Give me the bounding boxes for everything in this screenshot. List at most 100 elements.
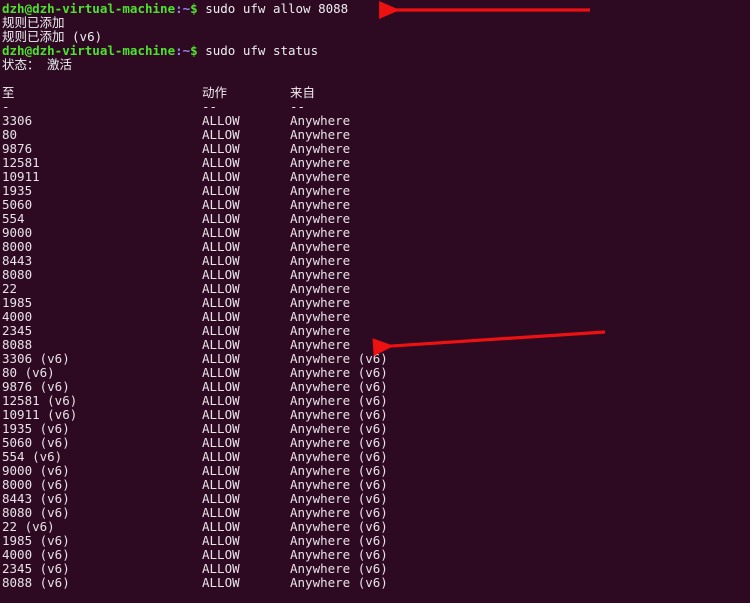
rule-from: Anywhere	[290, 309, 351, 324]
rule-action: ALLOW	[202, 253, 240, 268]
header-action: 动作	[202, 85, 228, 100]
rule-action: ALLOW	[202, 155, 240, 170]
table-row: 2345 ALLOW Anywhere	[2, 324, 750, 338]
terminal-window[interactable]: dzh@dzh-virtual-machine:~$ sudo ufw allo…	[0, 0, 750, 603]
rule-from: Anywhere	[290, 113, 351, 128]
table-row: 9000 (v6) ALLOW Anywhere (v6)	[2, 464, 750, 478]
rule-from: Anywhere (v6)	[290, 547, 388, 562]
rule-to-port: 8443 (v6)	[2, 491, 70, 506]
terminal-screen: dzh@dzh-virtual-machine:~$ sudo ufw allo…	[0, 0, 750, 590]
table-row: 5060 (v6) ALLOW Anywhere (v6)	[2, 436, 750, 450]
rule-from: Anywhere	[290, 211, 351, 226]
rule-to-port: 1935	[2, 183, 33, 198]
rule-from: Anywhere (v6)	[290, 365, 388, 380]
table-row: 8088 (v6) ALLOW Anywhere (v6)	[2, 576, 750, 590]
rule-to-port: 554	[2, 211, 25, 226]
rule-from: Anywhere (v6)	[290, 477, 388, 492]
table-row: 8080 (v6) ALLOW Anywhere (v6)	[2, 506, 750, 520]
rule-from: Anywhere	[290, 267, 351, 282]
rule-from: Anywhere	[290, 337, 351, 352]
table-row: 8000 (v6) ALLOW Anywhere (v6)	[2, 478, 750, 492]
table-row: 10911 ALLOW Anywhere	[2, 170, 750, 184]
rule-action: ALLOW	[202, 169, 240, 184]
rule-to-port: 1985	[2, 295, 33, 310]
rule-action: ALLOW	[202, 477, 240, 492]
rule-action: ALLOW	[202, 141, 240, 156]
rule-to-port: 10911 (v6)	[2, 407, 78, 422]
rule-from: Anywhere (v6)	[290, 533, 388, 548]
rule-action: ALLOW	[202, 407, 240, 422]
rule-action: ALLOW	[202, 421, 240, 436]
rule-to-port: 10911	[2, 169, 40, 184]
table-row: 1935 (v6) ALLOW Anywhere (v6)	[2, 422, 750, 436]
rule-to-port: 9000	[2, 225, 33, 240]
rule-to-port: 22 (v6)	[2, 519, 55, 534]
command-text-1: sudo ufw allow 8088	[197, 1, 349, 16]
rule-to-port: 1935 (v6)	[2, 421, 70, 436]
table-row: 8443 ALLOW Anywhere	[2, 254, 750, 268]
rule-to-port: 8080	[2, 267, 33, 282]
rule-to-port: 9000 (v6)	[2, 463, 70, 478]
rule-from: Anywhere (v6)	[290, 393, 388, 408]
command-text-2: sudo ufw status	[197, 43, 319, 58]
rule-from: Anywhere	[290, 127, 351, 142]
table-row: 4000 ALLOW Anywhere	[2, 310, 750, 324]
rule-action: ALLOW	[202, 379, 240, 394]
rule-from: Anywhere (v6)	[290, 435, 388, 450]
header-from: 来自	[290, 85, 316, 100]
rule-to-port: 3306 (v6)	[2, 351, 70, 366]
rule-from: Anywhere (v6)	[290, 505, 388, 520]
table-row: 9000 ALLOW Anywhere	[2, 226, 750, 240]
rule-to-port: 8080 (v6)	[2, 505, 70, 520]
prompt-line-1: dzh@dzh-virtual-machine:~$ sudo ufw allo…	[2, 2, 750, 16]
rule-action: ALLOW	[202, 113, 240, 128]
rule-from: Anywhere	[290, 169, 351, 184]
rule-action: ALLOW	[202, 547, 240, 562]
prompt-dollar: $	[190, 43, 198, 58]
rule-action: ALLOW	[202, 127, 240, 142]
rule-from: Anywhere	[290, 239, 351, 254]
rule-to-port: 8088 (v6)	[2, 575, 70, 590]
rule-from: Anywhere (v6)	[290, 519, 388, 534]
rule-to-port: 22	[2, 281, 18, 296]
rule-from: Anywhere	[290, 183, 351, 198]
rule-to-port: 4000 (v6)	[2, 547, 70, 562]
rule-to-port: 8088	[2, 337, 33, 352]
rule-to-port: 8443	[2, 253, 33, 268]
rule-action: ALLOW	[202, 211, 240, 226]
table-row: 12581 ALLOW Anywhere	[2, 156, 750, 170]
table-row: 4000 (v6) ALLOW Anywhere (v6)	[2, 548, 750, 562]
prompt-user-host: dzh@dzh-virtual-machine	[2, 43, 176, 58]
rule-action: ALLOW	[202, 491, 240, 506]
rule-action: ALLOW	[202, 183, 240, 198]
rule-to-port: 9876 (v6)	[2, 379, 70, 394]
prompt-dollar: $	[190, 1, 198, 16]
table-row: 22 ALLOW Anywhere	[2, 282, 750, 296]
rule-to-port: 80	[2, 127, 18, 142]
output-rule-added: 规则已添加	[2, 15, 65, 30]
table-separator-row: - -- --	[2, 100, 750, 114]
table-row: 9876 (v6) ALLOW Anywhere (v6)	[2, 380, 750, 394]
rule-to-port: 5060	[2, 197, 33, 212]
prompt-path: :~	[175, 1, 191, 16]
rule-to-port: 80 (v6)	[2, 365, 55, 380]
rule-from: Anywhere	[290, 281, 351, 296]
rule-action: ALLOW	[202, 267, 240, 282]
output-rule-added-v6: 规则已添加 (v6)	[2, 29, 103, 44]
table-row: 3306 ALLOW Anywhere	[2, 114, 750, 128]
table-row: 8443 (v6) ALLOW Anywhere (v6)	[2, 492, 750, 506]
rule-from: Anywhere (v6)	[290, 463, 388, 478]
rule-to-port: 1985 (v6)	[2, 533, 70, 548]
table-row: 554 (v6) ALLOW Anywhere (v6)	[2, 450, 750, 464]
rule-to-port: 3306	[2, 113, 33, 128]
rule-action: ALLOW	[202, 337, 240, 352]
rule-to-port: 4000	[2, 309, 33, 324]
table-row: 22 (v6) ALLOW Anywhere (v6)	[2, 520, 750, 534]
table-row: 8080 ALLOW Anywhere	[2, 268, 750, 282]
rule-to-port: 2345 (v6)	[2, 561, 70, 576]
table-row: 1935 ALLOW Anywhere	[2, 184, 750, 198]
rule-action: ALLOW	[202, 463, 240, 478]
table-row: 9876 ALLOW Anywhere	[2, 142, 750, 156]
rule-to-port: 554 (v6)	[2, 449, 63, 464]
